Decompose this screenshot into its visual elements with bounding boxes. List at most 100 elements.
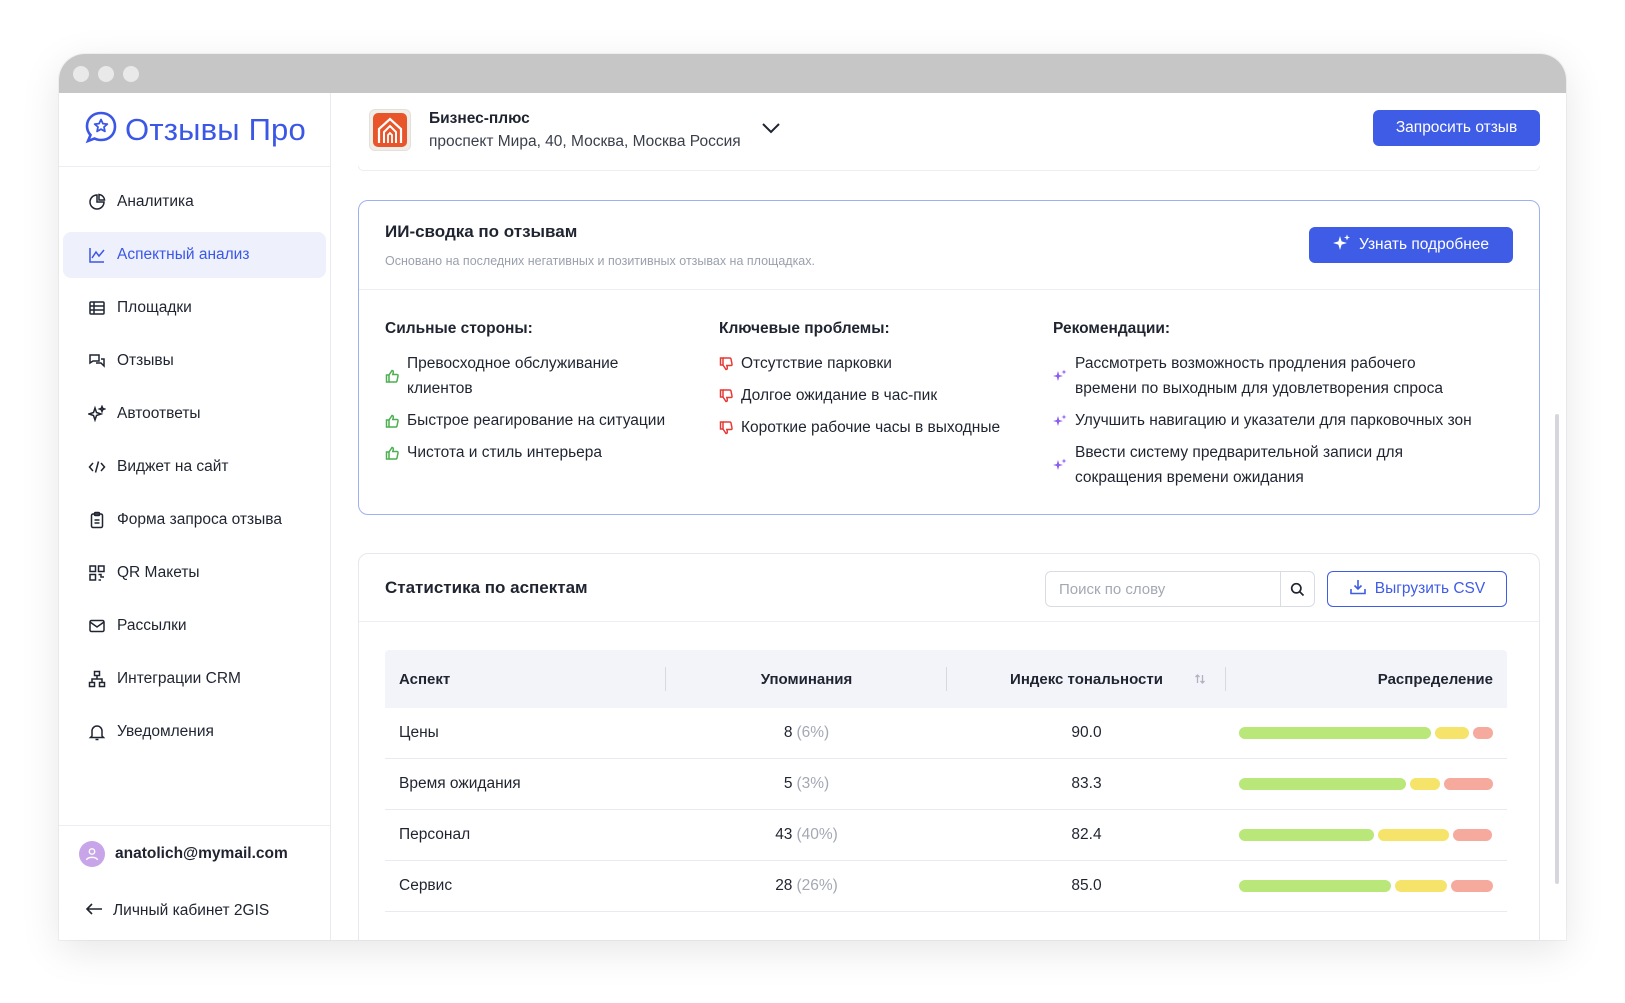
sidebar-item-label: Аспектный анализ <box>117 246 250 263</box>
learn-more-label: Узнать подробнее <box>1358 236 1490 253</box>
ai-summary-header: ИИ-сводка по отзывам Основано на последн… <box>359 201 1539 290</box>
aspect-stats-header: Статистика по аспектам Выгрузить CSV <box>359 554 1539 622</box>
recommendation-item: Улучшить навигацию и указатели для парко… <box>1053 408 1513 433</box>
sparkle-icon <box>1053 458 1067 472</box>
chat-star-logo-icon <box>83 109 119 150</box>
aspect-stats-title: Статистика по аспектам <box>385 578 588 597</box>
window-dot[interactable] <box>123 66 139 82</box>
window-dot[interactable] <box>73 66 89 82</box>
search-input[interactable] <box>1046 572 1280 606</box>
thumb-up-icon <box>385 414 399 428</box>
aspect-cell: Персонал <box>399 826 471 843</box>
mentions-cell: 5 (3%) <box>666 775 947 793</box>
column-header-mentions-label: Упоминания <box>760 670 853 688</box>
column-header-tonality-label: Индекс тональности <box>1010 670 1163 688</box>
recommendations-title: Рекомендации: <box>1053 320 1171 337</box>
aspect-cell: Сервис <box>399 877 453 894</box>
export-csv-button[interactable]: Выгрузить CSV <box>1327 571 1507 607</box>
table-row[interactable]: Персонал 43 (40%) 82.4 <box>385 810 1507 861</box>
sidebar-item-label: Аналитика <box>117 193 194 210</box>
recommendation-item: Ввести систему предварительной записи дл… <box>1053 440 1513 490</box>
sidebar-item-label: Площадки <box>117 299 192 316</box>
learn-more-button[interactable]: Узнать подробнее <box>1309 227 1513 263</box>
mentions-percent: (40%) <box>796 826 838 843</box>
column-header-aspect[interactable]: Аспект <box>385 650 666 708</box>
mentions-percent: (3%) <box>796 775 830 792</box>
sidebar-item-reviews[interactable]: Отзывы <box>63 338 326 384</box>
strength-text: Чистота и стиль интерьера <box>407 444 603 461</box>
mentions-value: 43 <box>775 826 793 843</box>
back-to-2gis-link[interactable]: Личный кабинет 2GIS <box>59 882 330 940</box>
sidebar-footer: anatolich@mymail.com Личный кабинет 2GIS <box>59 825 330 940</box>
distribution-bar <box>1239 880 1493 892</box>
sidebar-item-analytics[interactable]: Аналитика <box>63 179 326 225</box>
sidebar-item-notifications[interactable]: Уведомления <box>63 709 326 755</box>
sidebar-item-widget[interactable]: Виджет на сайт <box>63 444 326 490</box>
sidebar-item-crm[interactable]: Интеграции CRM <box>63 656 326 702</box>
request-review-button[interactable]: Запросить отзыв <box>1373 110 1540 146</box>
sort-icon[interactable] <box>1194 672 1206 689</box>
sidebar-item-platforms[interactable]: Площадки <box>63 285 326 331</box>
distribution-cell <box>1226 727 1507 739</box>
business-selector[interactable]: Бизнес-плюс проспект Мира, 40, Москва, М… <box>429 110 741 151</box>
mail-icon <box>87 616 107 636</box>
table-icon <box>87 298 107 318</box>
column-header-mentions[interactable]: Упоминания <box>666 650 947 708</box>
sidebar-item-request-form[interactable]: Форма запроса отзыва <box>63 497 326 543</box>
app-logo[interactable]: Отзывы Про <box>59 93 330 167</box>
strength-item: Превосходное обслуживание клиентов <box>385 351 719 401</box>
sparkle-icon <box>1053 414 1067 428</box>
neutral-segment <box>1395 880 1448 892</box>
aspect-table: Аспект Упоминания Индекс тональности Рас… <box>385 650 1507 912</box>
user-account[interactable]: anatolich@mymail.com <box>59 826 330 882</box>
negative-segment <box>1453 829 1492 841</box>
sparkles-icon <box>87 404 107 424</box>
table-row[interactable]: Цены 8 (6%) 90.0 <box>385 708 1507 759</box>
recommendations-column: Рекомендации: Рассмотреть возможность пр… <box>1053 320 1513 497</box>
sidebar-item-mailings[interactable]: Рассылки <box>63 603 326 649</box>
sidebar-item-autoreplies[interactable]: Автоответы <box>63 391 326 437</box>
header-divider <box>358 166 1540 171</box>
chevron-down-icon[interactable] <box>761 121 781 139</box>
clipboard-icon <box>87 510 107 530</box>
negative-segment <box>1473 727 1493 739</box>
recommendation-text: Рассмотреть возможность продления рабоче… <box>1075 355 1443 397</box>
pie-chart-icon <box>87 192 107 212</box>
strengths-title: Сильные стороны: <box>385 320 533 337</box>
chat-bubbles-icon <box>87 351 107 371</box>
sidebar-item-label: Автоответы <box>117 405 201 422</box>
thumb-up-icon <box>385 446 399 460</box>
distribution-bar <box>1239 727 1493 739</box>
sidebar-item-aspect-analysis[interactable]: Аспектный анализ <box>63 232 326 278</box>
top-header: Бизнес-плюс проспект Мира, 40, Москва, М… <box>331 93 1566 167</box>
browser-window: Отзывы Про Аналитика Аспектный анализ Пл… <box>59 54 1566 940</box>
negative-segment <box>1451 880 1493 892</box>
tonality-cell: 83.3 <box>1071 775 1102 792</box>
sidebar-item-label: QR Макеты <box>117 564 200 581</box>
qr-code-icon <box>87 563 107 583</box>
search-icon[interactable] <box>1280 572 1314 606</box>
tonality-cell: 82.4 <box>1071 826 1102 843</box>
mentions-percent: (6%) <box>796 724 830 741</box>
sidebar: Отзывы Про Аналитика Аспектный анализ Пл… <box>59 93 331 940</box>
neutral-segment <box>1410 778 1440 790</box>
app-logo-text: Отзывы Про <box>125 111 306 147</box>
strength-item: Быстрое реагирование на ситуации <box>385 408 719 433</box>
window-dot[interactable] <box>98 66 114 82</box>
strength-item: Чистота и стиль интерьера <box>385 440 719 465</box>
positive-segment <box>1239 727 1431 739</box>
mentions-value: 28 <box>775 877 793 894</box>
distribution-cell <box>1226 880 1507 892</box>
distribution-cell <box>1226 778 1507 790</box>
sidebar-item-qr[interactable]: QR Макеты <box>63 550 326 596</box>
sidebar-nav: Аналитика Аспектный анализ Площадки Отзы… <box>59 167 330 755</box>
column-header-tonality[interactable]: Индекс тональности <box>947 650 1226 708</box>
problems-title: Ключевые проблемы: <box>719 320 890 337</box>
column-header-distribution[interactable]: Распределение <box>1226 650 1507 708</box>
table-row[interactable]: Время ожидания 5 (3%) 83.3 <box>385 759 1507 810</box>
table-row[interactable]: Сервис 28 (26%) 85.0 <box>385 861 1507 912</box>
search-box <box>1045 571 1315 607</box>
export-csv-label: Выгрузить CSV <box>1374 580 1486 597</box>
main-scrollbar[interactable] <box>1555 414 1559 884</box>
positive-segment <box>1239 829 1374 841</box>
